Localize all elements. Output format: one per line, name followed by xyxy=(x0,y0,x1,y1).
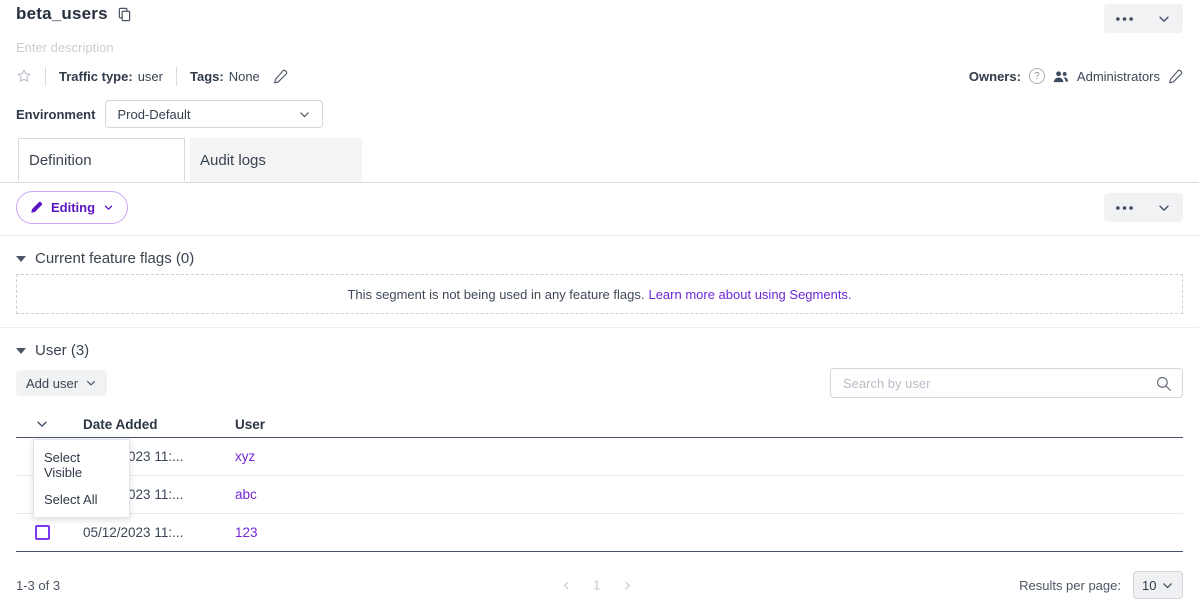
editing-button[interactable]: Editing xyxy=(16,191,128,224)
divider xyxy=(0,235,1199,236)
edit-owners-icon[interactable] xyxy=(1168,69,1183,84)
results-per-page: Results per page: 10 xyxy=(1019,571,1183,599)
environment-value: Prod-Default xyxy=(117,107,190,122)
definition-actions xyxy=(1104,193,1183,222)
copy-icon[interactable] xyxy=(117,7,132,22)
empty-message: This segment is not being used in any fe… xyxy=(347,287,644,302)
menu-item-select-visible[interactable]: Select Visible xyxy=(34,444,129,486)
table-row: 05/12/2023 11:... xyz xyxy=(16,438,1183,476)
row-checkbox[interactable] xyxy=(35,525,50,540)
users-icon xyxy=(1053,70,1069,83)
row-date: 05/12/2023 11:... xyxy=(83,525,235,540)
divider xyxy=(45,67,46,86)
tab-bar: Definition Audit logs xyxy=(0,138,1199,183)
collapse-triangle-icon xyxy=(16,256,26,262)
segment-page: beta_users Enter description Traffic typ… xyxy=(0,0,1199,599)
more-options-icon[interactable] xyxy=(1104,193,1145,222)
results-per-page-select[interactable]: 10 xyxy=(1133,571,1183,599)
results-range: 1-3 of 3 xyxy=(16,578,60,593)
user-section-header[interactable]: User (3) xyxy=(16,342,1183,359)
tab-definition[interactable]: Definition xyxy=(18,138,185,182)
edit-tags-icon[interactable] xyxy=(273,69,288,84)
next-page-icon[interactable] xyxy=(621,579,633,591)
current-page[interactable]: 1 xyxy=(593,578,600,593)
help-icon[interactable]: ? xyxy=(1029,68,1045,84)
select-menu-trigger-icon[interactable] xyxy=(35,417,49,431)
collapse-section-icon[interactable] xyxy=(1145,193,1183,222)
feature-flags-title: Current feature flags (0) xyxy=(35,250,194,267)
tags-value: None xyxy=(229,69,260,84)
traffic-type: Traffic type: user xyxy=(59,69,163,84)
user-section-title: User (3) xyxy=(35,342,89,359)
header-actions xyxy=(1104,4,1183,33)
search-box xyxy=(830,368,1183,398)
description-placeholder[interactable]: Enter description xyxy=(16,40,1183,55)
user-link[interactable]: 123 xyxy=(235,525,258,540)
page-title: beta_users xyxy=(16,4,108,24)
environment-select[interactable]: Prod-Default xyxy=(105,100,323,128)
collapse-header-icon[interactable] xyxy=(1145,4,1183,33)
table-footer: 1-3 of 3 1 Results per page: 10 xyxy=(16,571,1183,599)
feature-flags-section-header[interactable]: Current feature flags (0) xyxy=(16,250,1183,267)
table-row: 05/12/2023 11:... 123 xyxy=(16,514,1183,552)
more-options-icon[interactable] xyxy=(1104,4,1145,33)
feature-flags-empty-state: This segment is not being used in any fe… xyxy=(16,274,1183,314)
user-controls-row: Add user xyxy=(16,368,1183,398)
divider xyxy=(0,327,1199,328)
star-icon[interactable] xyxy=(16,68,32,84)
users-table: Date Added User 05/12/2023 11:... xyz 05… xyxy=(16,411,1183,552)
results-per-page-label: Results per page: xyxy=(1019,578,1121,593)
divider xyxy=(176,67,177,86)
select-dropdown-menu: Select Visible Select All xyxy=(33,439,130,518)
page-header: beta_users xyxy=(16,0,1183,33)
traffic-type-value: user xyxy=(138,69,163,84)
user-link[interactable]: xyz xyxy=(235,449,255,464)
add-user-button[interactable]: Add user xyxy=(16,370,107,396)
learn-more-link[interactable]: Learn more about using Segments. xyxy=(648,287,851,302)
environment-row: Environment Prod-Default xyxy=(16,100,1183,128)
definition-toolbar: Editing xyxy=(16,191,1183,224)
search-input[interactable] xyxy=(841,375,1155,392)
table-header-row: Date Added User xyxy=(16,411,1183,438)
search-icon[interactable] xyxy=(1155,375,1172,392)
pagination: 1 xyxy=(560,578,633,593)
tags: Tags: None xyxy=(190,69,260,84)
column-header-date: Date Added xyxy=(83,417,235,432)
table-row: 05/12/2023 11:... abc xyxy=(16,476,1183,514)
user-link[interactable]: abc xyxy=(235,487,257,502)
collapse-triangle-icon xyxy=(16,348,26,354)
environment-label: Environment xyxy=(16,107,95,122)
menu-item-select-all[interactable]: Select All xyxy=(34,486,129,513)
owners-value: Administrators xyxy=(1077,69,1160,84)
tab-audit-logs[interactable]: Audit logs xyxy=(190,138,362,182)
prev-page-icon[interactable] xyxy=(560,579,572,591)
column-header-user: User xyxy=(235,417,1183,432)
owners-label: Owners: xyxy=(969,69,1021,84)
meta-row: Traffic type: user Tags: None Owners: ? … xyxy=(16,66,1183,86)
